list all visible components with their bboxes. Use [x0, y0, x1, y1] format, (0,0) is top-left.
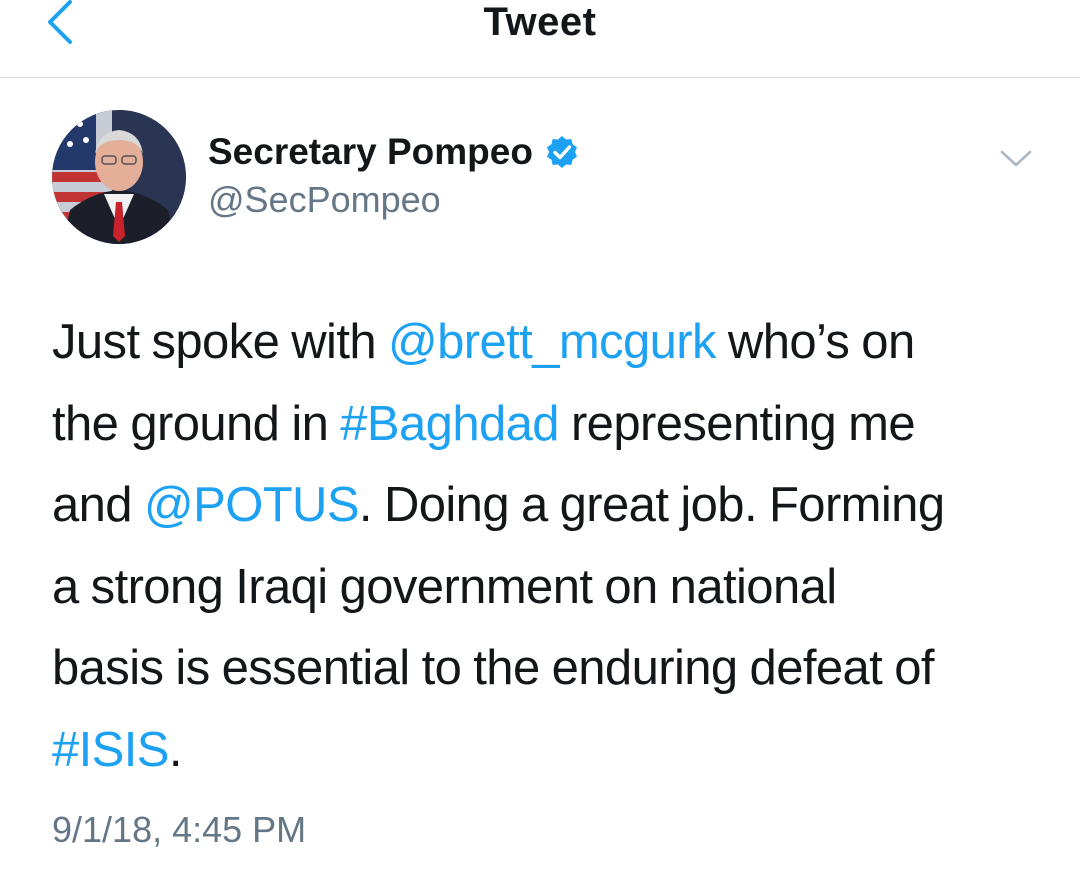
tweet-screen: Tweet Secretary Pompeo @SecPompeo Just s… — [0, 0, 1080, 878]
tweet-text-segment: a strong Iraqi government on national — [52, 559, 837, 614]
tweet-text-segment: Just spoke with — [52, 315, 388, 369]
tweet-text-segment: . Doing a great job. Forming — [358, 478, 945, 532]
tweet-text-segment: who’s on — [715, 315, 915, 369]
mention-link[interactable]: @brett_mcgurk — [388, 315, 716, 369]
verified-badge-icon — [546, 136, 577, 168]
tweet-text-line: basis is essential to the enduring defea… — [52, 628, 1042, 710]
author-display-name: Secretary Pompeo — [208, 131, 533, 172]
tweet-text-line: Just spoke with @brett_mcgurk who’s on — [52, 302, 1042, 384]
page-title: Tweet — [483, 0, 597, 44]
tweet-text-segment: representing me — [558, 396, 916, 451]
tweet-text-segment: and — [52, 478, 144, 532]
tweet-text-segment: basis is essential to the enduring defea… — [52, 641, 934, 695]
avatar[interactable] — [52, 110, 186, 244]
navigation-bar: Tweet — [0, 0, 1080, 78]
hashtag-link[interactable]: #ISIS — [52, 723, 169, 777]
tweet-timestamp: 9/1/18, 4:45 PM — [52, 809, 307, 850]
hashtag-link[interactable]: #Baghdad — [340, 397, 559, 451]
tweet-text-segment: the ground in — [52, 396, 341, 451]
mention-link[interactable]: @POTUS — [144, 478, 360, 532]
profile-photo — [52, 110, 186, 244]
tweet-text: Just spoke with @brett_mcgurk who’s on th… — [52, 302, 1042, 791]
tweet-text-line: #ISIS. — [52, 710, 1042, 792]
tweet-text-line: and @POTUS. Doing a great job. Forming — [52, 465, 1042, 547]
tweet-text-line: the ground in #Baghdad representing me — [52, 384, 1042, 466]
chevron-down-icon — [1000, 150, 1032, 167]
tweet-text-line: a strong Iraqi government on national — [52, 547, 1042, 629]
tweet-text-segment: . — [168, 722, 183, 777]
author-handle[interactable]: @SecPompeo — [208, 178, 441, 222]
author-name-row[interactable]: Secretary Pompeo — [208, 128, 579, 176]
more-options-button[interactable] — [996, 144, 1036, 172]
